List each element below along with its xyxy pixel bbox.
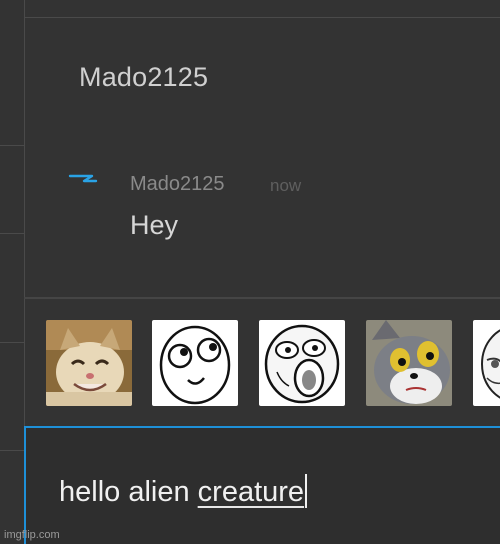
sidebar-divider bbox=[0, 342, 24, 343]
watermark: imgflip.com bbox=[4, 529, 60, 541]
sidebar-divider bbox=[0, 233, 24, 234]
lightning-icon[interactable] bbox=[68, 172, 98, 190]
sidebar-divider bbox=[0, 145, 24, 146]
message-author[interactable]: Mado2125 bbox=[130, 173, 225, 196]
sticker-picker bbox=[46, 320, 500, 408]
message-text: Hey bbox=[130, 210, 179, 240]
derp-face-sticker[interactable] bbox=[152, 320, 238, 406]
rage-face-sticker[interactable] bbox=[473, 320, 500, 406]
tom-cat-sticker[interactable] bbox=[366, 320, 452, 406]
message-input[interactable]: hello alien creature bbox=[24, 426, 500, 544]
sidebar bbox=[0, 0, 25, 544]
text-caret bbox=[305, 474, 308, 508]
message-timestamp: now bbox=[270, 176, 302, 195]
misspelled-word[interactable]: creature bbox=[198, 476, 304, 508]
panel-divider bbox=[24, 297, 500, 299]
top-divider bbox=[24, 17, 500, 18]
message-input-text[interactable]: hello alien creature bbox=[59, 474, 308, 509]
sidebar-divider bbox=[0, 450, 24, 451]
input-text-prefix: hello alien bbox=[59, 476, 198, 508]
smiling-cat-sticker[interactable] bbox=[46, 320, 132, 406]
lol-face-sticker[interactable] bbox=[259, 320, 345, 406]
chat-title: Mado2125 bbox=[79, 62, 209, 92]
